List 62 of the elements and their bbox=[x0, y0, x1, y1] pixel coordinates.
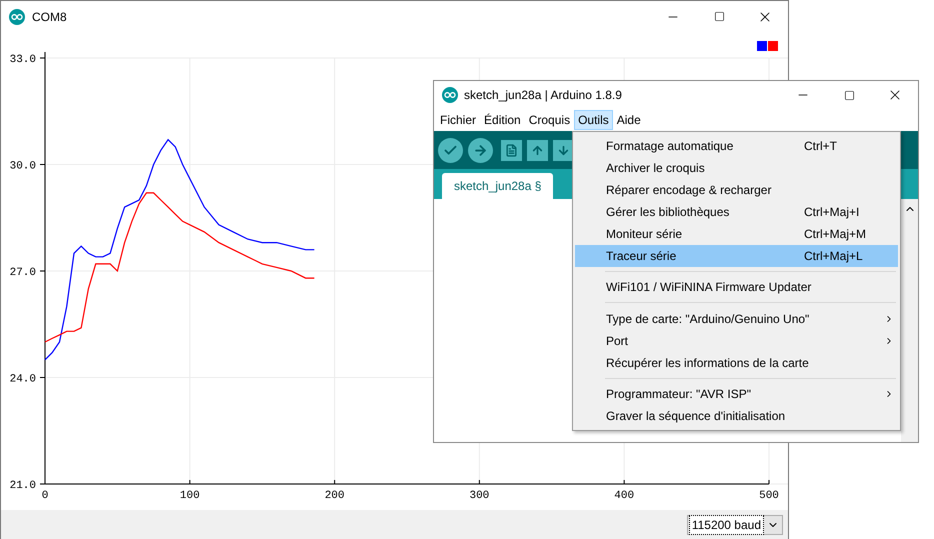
document-icon bbox=[505, 144, 518, 156]
x-tick-label: 200 bbox=[324, 490, 344, 502]
shortcut-label: Ctrl+Maj+M bbox=[804, 226, 868, 243]
menu-item-label: WiFi101 / WiFiNINA Firmware Updater bbox=[606, 279, 812, 296]
menu-bar-item[interactable]: Édition bbox=[480, 110, 525, 130]
menu-item[interactable]: Programmateur: "AVR ISP" bbox=[575, 382, 898, 405]
menu-bar-item[interactable]: Outils bbox=[574, 110, 613, 130]
maximize-icon[interactable] bbox=[714, 11, 724, 22]
y-tick-label: 27.0 bbox=[10, 267, 36, 279]
y-tick-label: 24.0 bbox=[10, 374, 36, 386]
window-title: sketch_jun28a | Arduino 1.8.9 bbox=[464, 87, 623, 104]
menu-item-label: Port bbox=[606, 332, 630, 350]
x-tick-label: 0 bbox=[42, 490, 48, 502]
menu-item-label: Archiver le croquis bbox=[606, 160, 706, 177]
window-title: COM8 bbox=[32, 8, 68, 26]
new-button[interactable] bbox=[501, 140, 522, 160]
arrow-right-icon bbox=[473, 142, 488, 158]
menu-item[interactable]: Archiver le croquis bbox=[575, 157, 898, 179]
scrollbar[interactable] bbox=[901, 199, 918, 442]
menu-item-label: Réparer encodage & recharger bbox=[606, 182, 772, 199]
y-tick-label: 21.0 bbox=[10, 480, 36, 492]
menu-item[interactable]: WiFi101 / WiFiNINA Firmware Updater bbox=[575, 276, 898, 298]
menu-item-label: Traceur série bbox=[606, 248, 678, 265]
menu-item[interactable]: Moniteur série Ctrl+Maj+M bbox=[575, 223, 898, 245]
maximize-icon[interactable] bbox=[844, 90, 854, 100]
menu-item[interactable]: Type de carte: "Arduino/Genuino Uno" bbox=[575, 308, 898, 330]
menu-item-label: Récupérer les informations de la carte bbox=[606, 354, 810, 372]
open-button[interactable] bbox=[527, 140, 548, 160]
menu-item[interactable]: Récupérer les informations de la carte bbox=[575, 352, 898, 374]
menu-item-label: Type de carte: "Arduino/Genuino Uno" bbox=[606, 310, 810, 328]
logo-icon bbox=[9, 8, 25, 24]
menu-item[interactable]: Formatage automatique Ctrl+T bbox=[575, 135, 898, 157]
logo-icon bbox=[442, 87, 458, 103]
save-button[interactable] bbox=[553, 140, 574, 160]
menu-bar-item[interactable]: Aide bbox=[612, 110, 645, 130]
sketch-tab[interactable]: sketch_jun28a § bbox=[442, 173, 554, 199]
menu-item[interactable]: Réparer encodage & recharger bbox=[575, 179, 898, 201]
verify-button[interactable] bbox=[438, 138, 463, 162]
menu-item[interactable]: Gérer les bibliothèques Ctrl+Maj+I bbox=[575, 201, 898, 223]
x-tick-label: 300 bbox=[470, 490, 490, 502]
menu-item[interactable]: Graver la séquence d'initialisation bbox=[575, 404, 898, 427]
baud-select[interactable]: 115200 baud bbox=[686, 514, 783, 534]
shortcut-label: Ctrl+Maj+L bbox=[804, 248, 864, 265]
arrow-down-icon bbox=[557, 144, 570, 156]
arrow-up-icon bbox=[531, 144, 544, 156]
menu-item[interactable]: Port bbox=[575, 330, 898, 352]
menu-item-label: Formatage automatique bbox=[606, 138, 734, 155]
x-tick-label: 500 bbox=[759, 490, 779, 502]
menu-item-label: Graver la séquence d'initialisation bbox=[606, 408, 786, 425]
upload-button[interactable] bbox=[468, 138, 493, 162]
menu-item-label: Moniteur série bbox=[606, 226, 684, 243]
menu-bar-item[interactable]: Fichier bbox=[436, 110, 480, 130]
shortcut-label: Ctrl+Maj+I bbox=[804, 204, 860, 221]
menu-item-label: Programmateur: "AVR ISP" bbox=[606, 386, 752, 403]
y-tick-label: 30.0 bbox=[10, 160, 36, 172]
menu-bar-item[interactable]: Croquis bbox=[524, 110, 574, 130]
menu-item[interactable]: Traceur série Ctrl+Maj+L bbox=[575, 245, 898, 267]
x-tick-label: 400 bbox=[614, 490, 634, 502]
y-tick-label: 33.0 bbox=[10, 54, 36, 66]
x-tick-label: 100 bbox=[180, 490, 200, 502]
shortcut-label: Ctrl+T bbox=[804, 138, 838, 155]
menu-item-label: Gérer les bibliothèques bbox=[606, 204, 730, 221]
